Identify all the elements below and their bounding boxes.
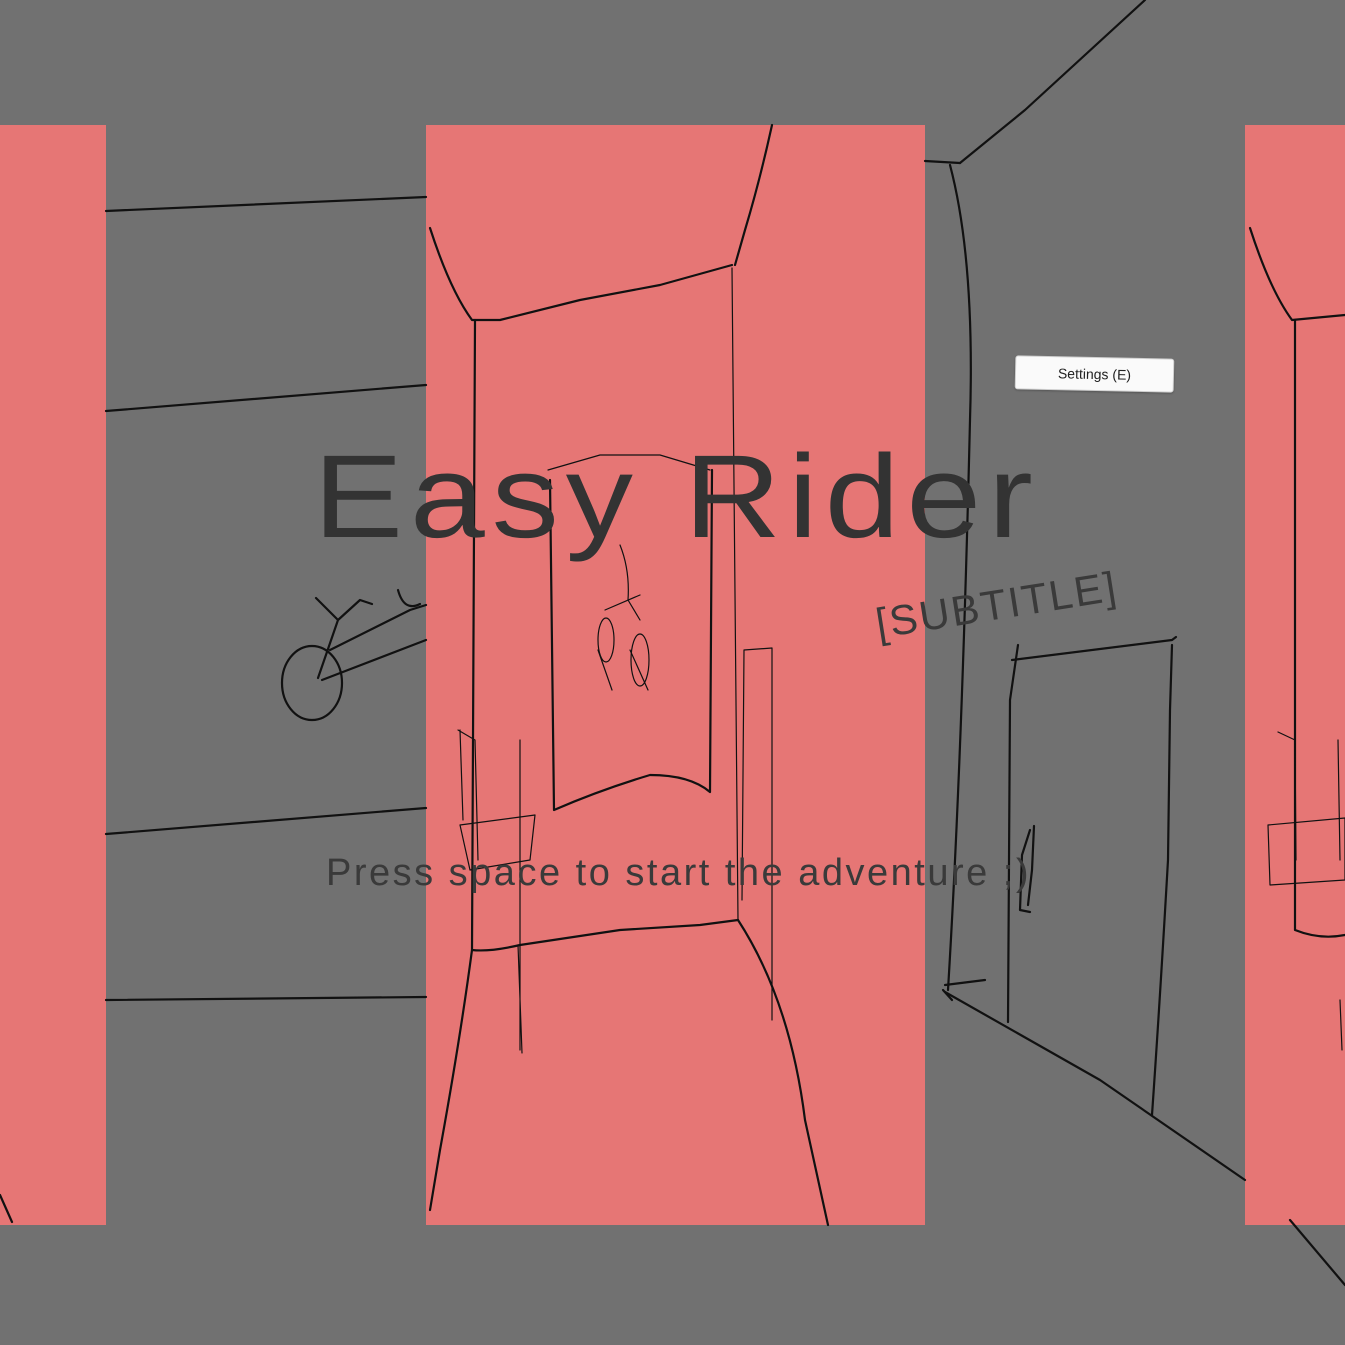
- game-scene: Easy Rider [SUBTITLE] Press space to sta…: [0, 0, 1345, 1345]
- game-title: Easy Rider: [313, 431, 1040, 563]
- bicycle-sketch-left: [280, 588, 428, 722]
- start-prompt: Press space to start the adventure ;): [325, 852, 1032, 894]
- center-corridor-sketch: [428, 123, 830, 1227]
- settings-button[interactable]: Settings (E): [1014, 355, 1175, 393]
- right-corridor-sketch: [1248, 226, 1345, 1051]
- hallway-sketch-drawing: [0, 0, 1345, 1287]
